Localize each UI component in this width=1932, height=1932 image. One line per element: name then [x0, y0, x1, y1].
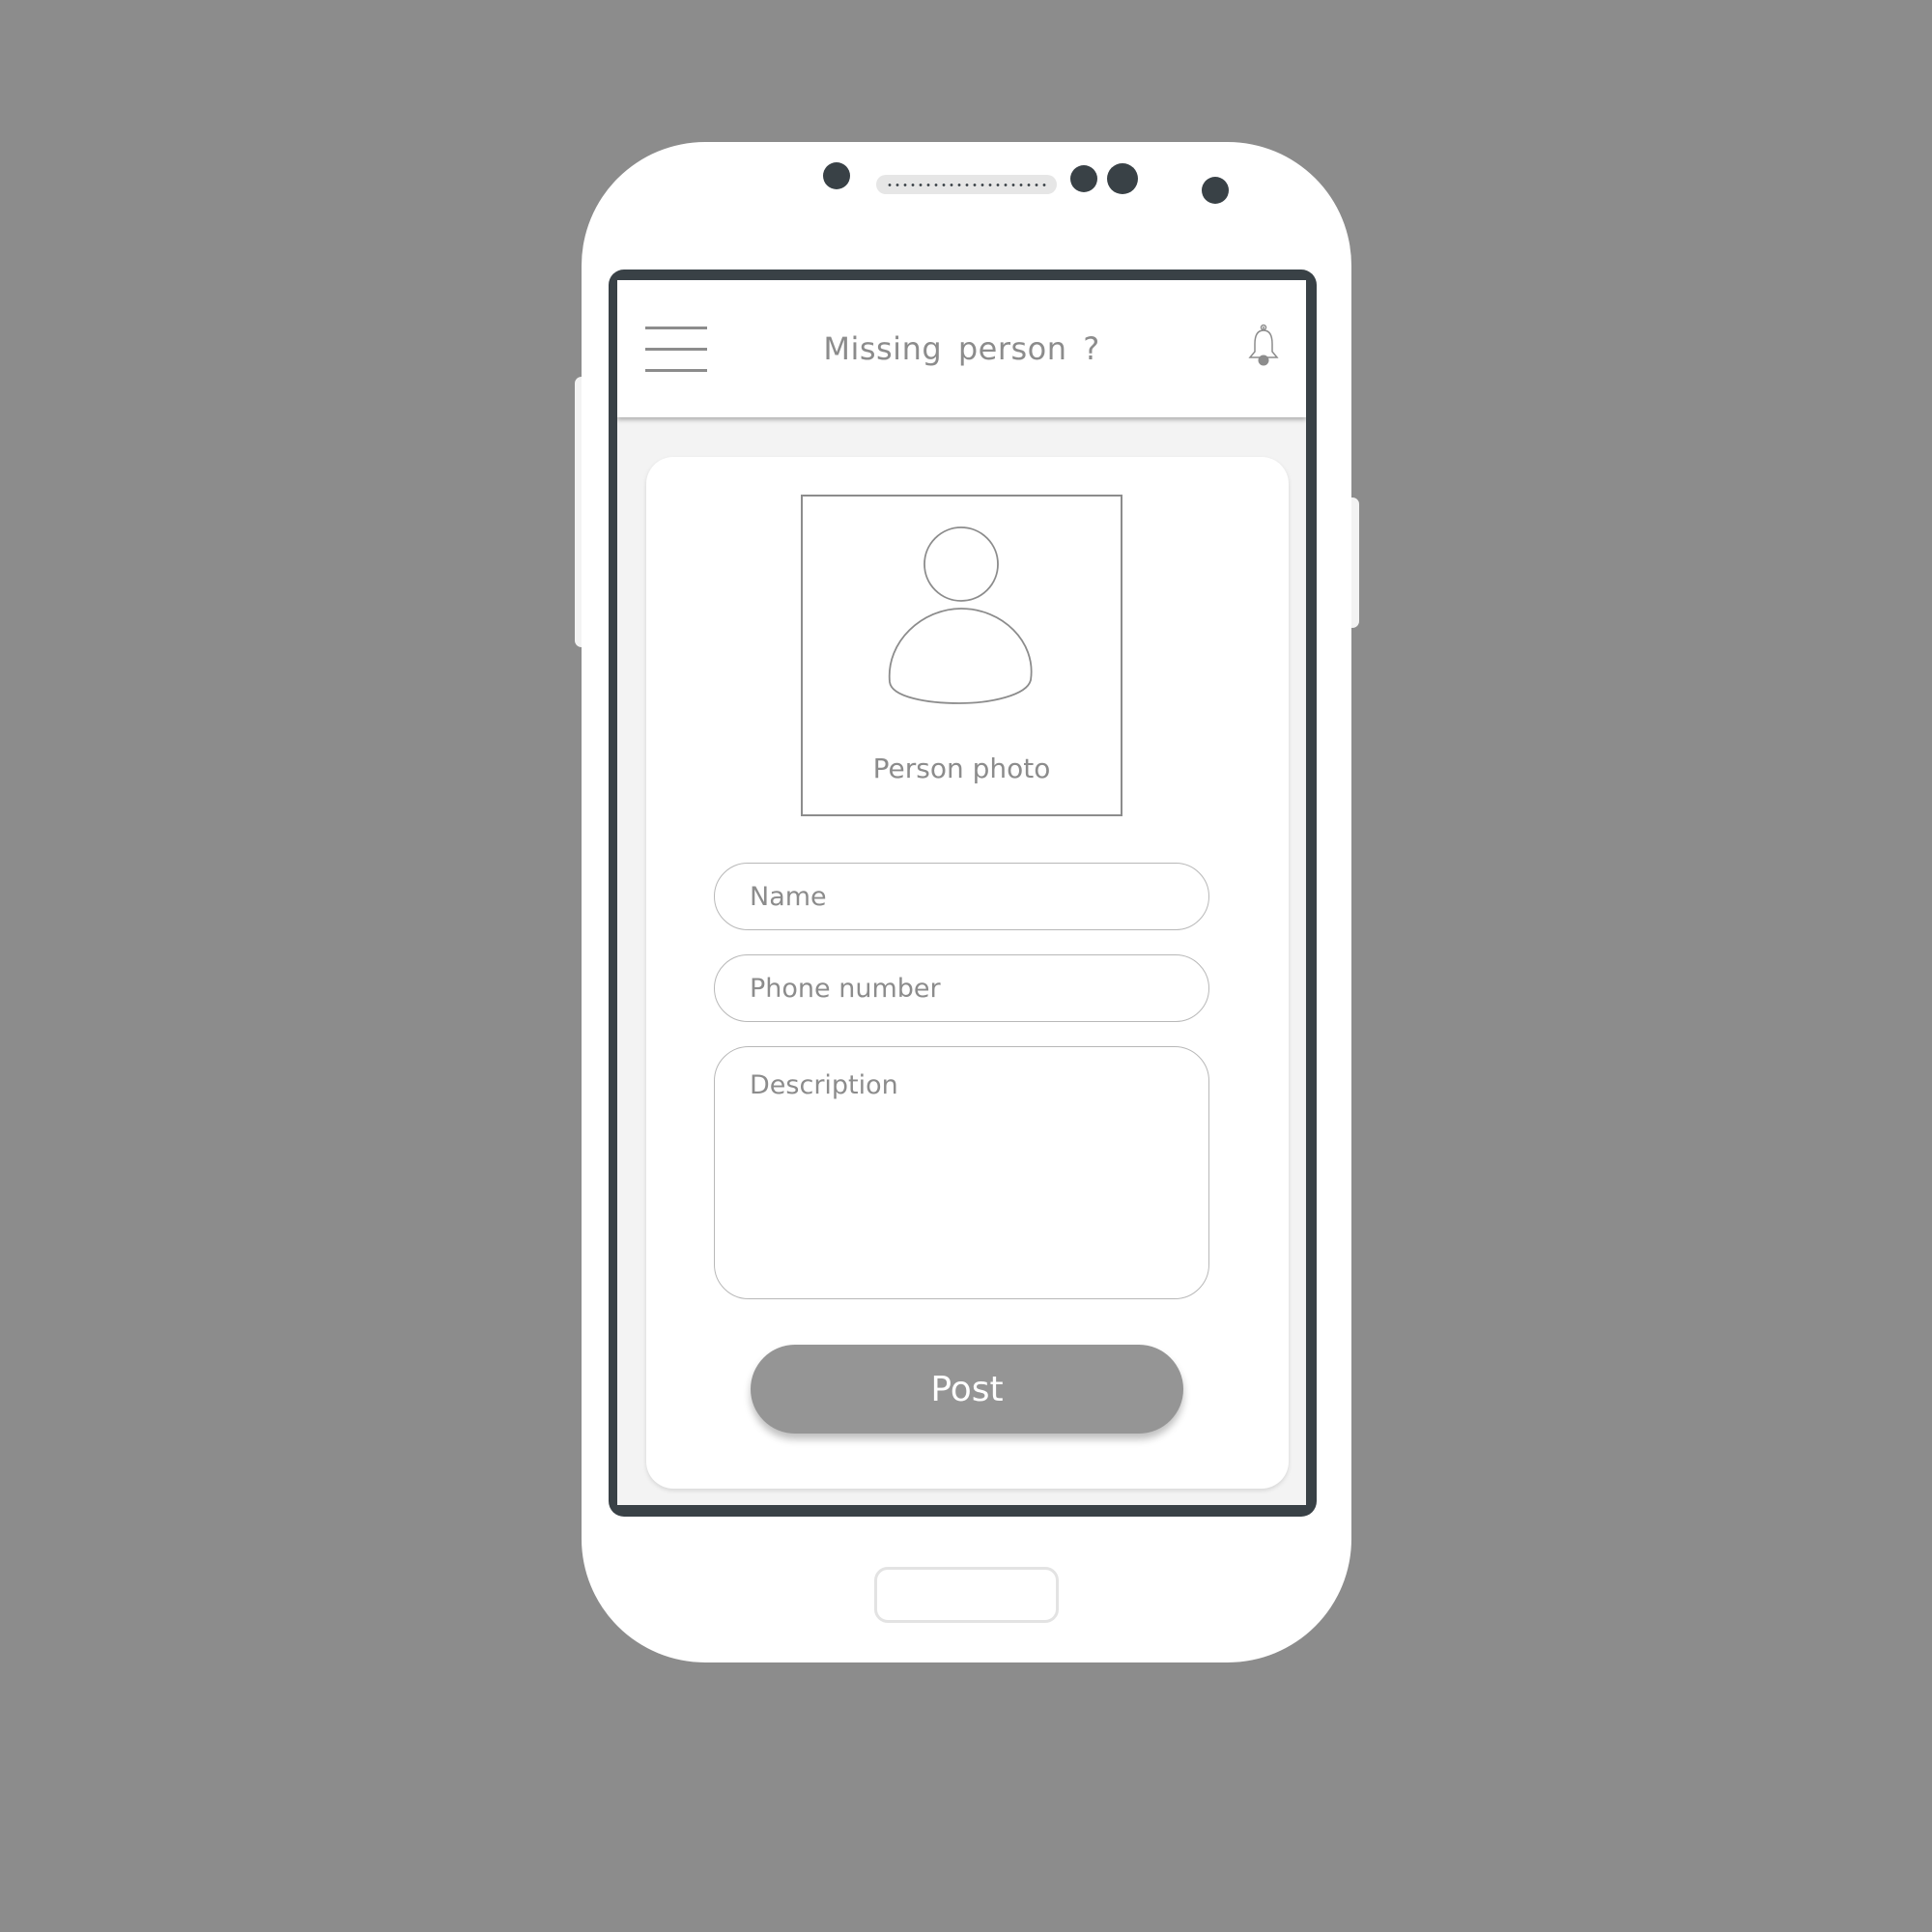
person-photo-upload[interactable]: Person photo: [801, 495, 1122, 816]
person-avatar-icon: [888, 526, 1033, 704]
earpiece-speaker: [876, 175, 1057, 194]
phone-number-input[interactable]: [714, 954, 1209, 1022]
home-button[interactable]: [874, 1567, 1059, 1623]
proximity-sensor: [1070, 165, 1097, 192]
app-screen: Missing person ? Person photo Post: [617, 280, 1306, 1505]
app-header: Missing person ?: [617, 280, 1306, 417]
bell-icon[interactable]: [1246, 323, 1281, 371]
description-textarea[interactable]: [714, 1046, 1209, 1299]
name-input[interactable]: [714, 863, 1209, 930]
secondary-camera: [1202, 177, 1229, 204]
front-camera: [823, 162, 850, 189]
photo-label: Person photo: [872, 753, 1051, 784]
page-title: Missing person ?: [823, 330, 1100, 367]
missing-person-form-card: Person photo Post: [646, 457, 1289, 1489]
post-button[interactable]: Post: [751, 1345, 1183, 1434]
light-sensor: [1107, 163, 1138, 194]
